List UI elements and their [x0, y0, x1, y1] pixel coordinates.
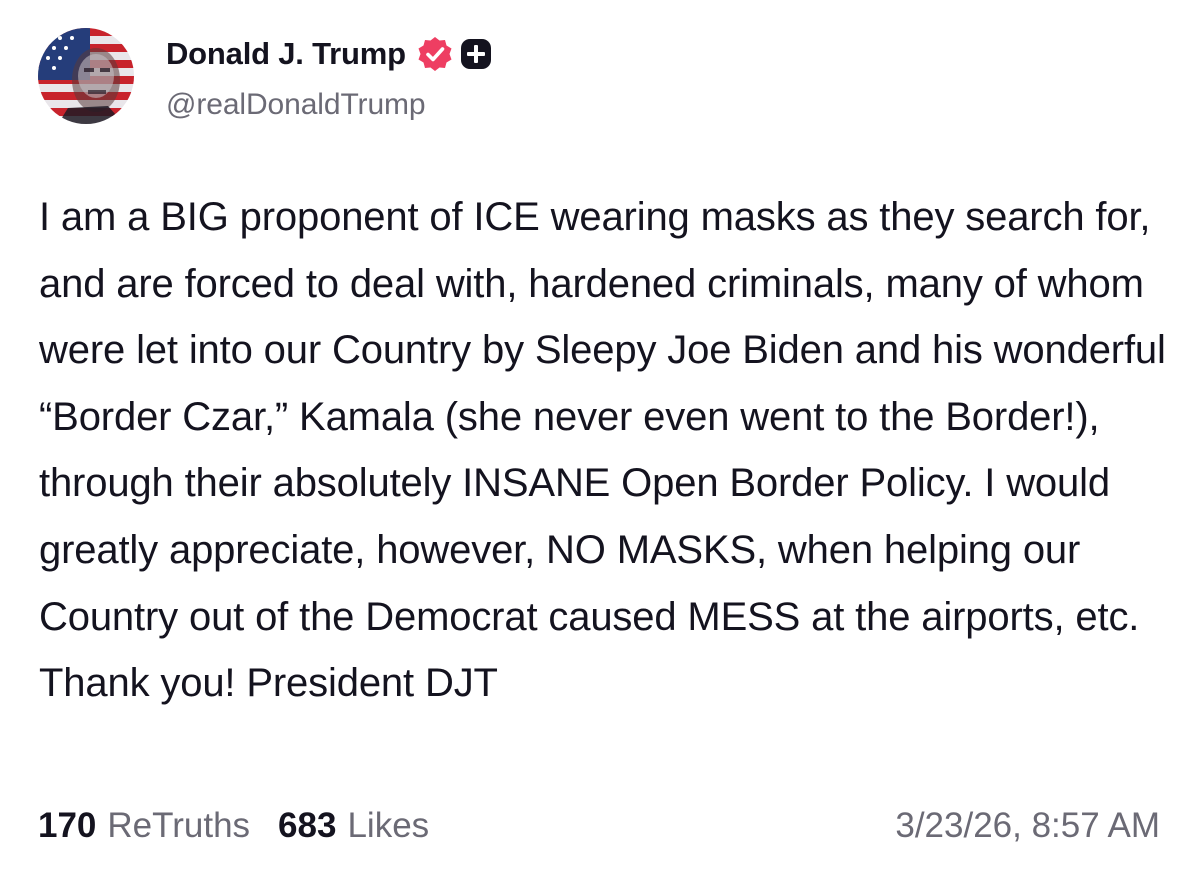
post-content: I am a BIG proponent of ICE wearing mask… — [39, 195, 1177, 706]
likes-stat[interactable]: 683 Likes — [278, 806, 429, 846]
plus-badge-icon — [460, 38, 492, 70]
display-name[interactable]: Donald J. Trump — [166, 36, 406, 72]
post-card: Donald J. Trump @realDonaldTrump I am a … — [0, 0, 1200, 882]
likes-count: 683 — [278, 806, 337, 845]
name-row: Donald J. Trump — [166, 32, 492, 76]
retruths-label: ReTruths — [107, 806, 251, 845]
retruths-stat[interactable]: 170 ReTruths — [38, 806, 250, 846]
author-handle[interactable]: @realDonaldTrump — [166, 88, 492, 122]
post-header: Donald J. Trump @realDonaldTrump — [38, 28, 492, 124]
post-timestamp[interactable]: 3/23/26, 8:57 AM — [895, 806, 1160, 846]
post-stats: 170 ReTruths 683 Likes — [38, 806, 457, 846]
avatar[interactable] — [38, 28, 134, 124]
avatar-image — [38, 28, 134, 124]
author-names: Donald J. Trump @realDonaldTrump — [166, 32, 492, 122]
verified-badge-icon — [416, 35, 454, 73]
likes-label: Likes — [347, 806, 430, 845]
retruths-count: 170 — [38, 806, 97, 845]
